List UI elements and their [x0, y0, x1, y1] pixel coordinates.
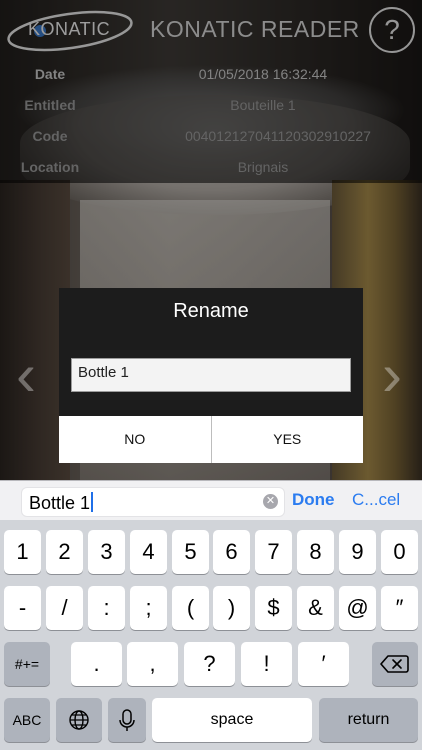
- space-key[interactable]: space: [152, 698, 312, 742]
- key-semicolon[interactable]: ;: [130, 586, 167, 630]
- yes-button[interactable]: YES: [210, 416, 363, 463]
- key-0[interactable]: 0: [381, 530, 418, 574]
- key-apostrophe[interactable]: ′: [298, 642, 349, 686]
- rename-dialog: Rename Bottle 1 NO YES: [59, 288, 363, 463]
- key-colon[interactable]: :: [88, 586, 125, 630]
- chevron-left-icon[interactable]: ‹: [6, 340, 46, 410]
- accessory-text-field[interactable]: Bottle 1: [21, 487, 285, 517]
- dictation-key[interactable]: [108, 698, 146, 742]
- globe-key[interactable]: [56, 698, 102, 742]
- keyboard: Bottle 1 ✕ Done C...cel 1 2 3 4 5 6 7 8 …: [0, 480, 422, 750]
- no-button[interactable]: NO: [59, 416, 211, 463]
- key-5[interactable]: 5: [172, 530, 209, 574]
- backspace-icon: [380, 655, 409, 673]
- clear-icon[interactable]: ✕: [263, 494, 278, 509]
- key-quote[interactable]: ″: [381, 586, 418, 630]
- key-6[interactable]: 6: [213, 530, 250, 574]
- microphone-icon: [119, 709, 135, 731]
- key-exclamation[interactable]: !: [241, 642, 292, 686]
- text-caret: [91, 492, 94, 512]
- key-hyphen[interactable]: -: [4, 586, 41, 630]
- key-period[interactable]: .: [71, 642, 122, 686]
- key-dollar[interactable]: $: [255, 586, 292, 630]
- accessory-field-text: Bottle 1: [29, 493, 91, 513]
- key-question[interactable]: ?: [184, 642, 235, 686]
- dialog-title: Rename: [173, 300, 249, 322]
- key-open-paren[interactable]: (: [172, 586, 209, 630]
- globe-icon: [69, 710, 89, 730]
- key-8[interactable]: 8: [297, 530, 334, 574]
- key-2[interactable]: 2: [46, 530, 83, 574]
- key-1[interactable]: 1: [4, 530, 41, 574]
- rename-input[interactable]: Bottle 1: [71, 358, 351, 392]
- keyboard-accessory-bar: Bottle 1 ✕ Done C...cel: [0, 480, 422, 520]
- key-at[interactable]: @: [339, 586, 376, 630]
- return-key[interactable]: return: [319, 698, 418, 742]
- key-symbols[interactable]: #+=: [4, 642, 50, 686]
- key-close-paren[interactable]: ): [213, 586, 250, 630]
- key-abc[interactable]: ABC: [4, 698, 50, 742]
- dialog-button-bar: NO YES: [59, 416, 363, 463]
- key-3[interactable]: 3: [88, 530, 125, 574]
- key-4[interactable]: 4: [130, 530, 167, 574]
- key-slash[interactable]: /: [46, 586, 83, 630]
- key-comma[interactable]: ,: [127, 642, 178, 686]
- key-7[interactable]: 7: [255, 530, 292, 574]
- backspace-key[interactable]: [372, 642, 418, 686]
- cancel-button[interactable]: C...cel: [352, 490, 400, 510]
- chevron-right-icon[interactable]: ›: [372, 340, 412, 410]
- key-9[interactable]: 9: [339, 530, 376, 574]
- key-ampersand[interactable]: &: [297, 586, 334, 630]
- done-button[interactable]: Done: [292, 490, 335, 510]
